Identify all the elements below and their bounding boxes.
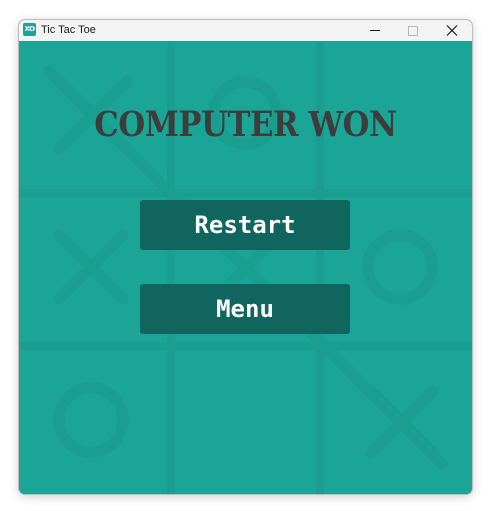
minimize-icon [370,30,380,31]
board-cell-3-x-mark [53,229,129,305]
grid-line-horizontal-2 [19,342,472,350]
minimize-button[interactable] [356,20,394,41]
grid-line-horizontal-1 [19,189,472,197]
title-bar[interactable]: XO Tic Tac Toe [19,20,472,42]
maximize-icon [408,26,418,36]
restart-button[interactable]: Restart [140,200,350,250]
game-board: COMPUTER WON Restart Menu [19,41,472,494]
maximize-button[interactable] [394,20,432,41]
app-window: XO Tic Tac Toe COMPUTER WON Restart Menu [18,19,473,495]
close-button[interactable] [433,20,471,41]
window-title: Tic Tac Toe [41,24,96,36]
close-icon [446,25,458,36]
board-cell-6-o-mark [53,382,129,458]
game-result-text: COMPUTER WON [94,104,397,145]
board-cell-5-o-mark [362,229,438,305]
app-icon: XO [23,23,36,36]
menu-button[interactable]: Menu [140,284,350,334]
